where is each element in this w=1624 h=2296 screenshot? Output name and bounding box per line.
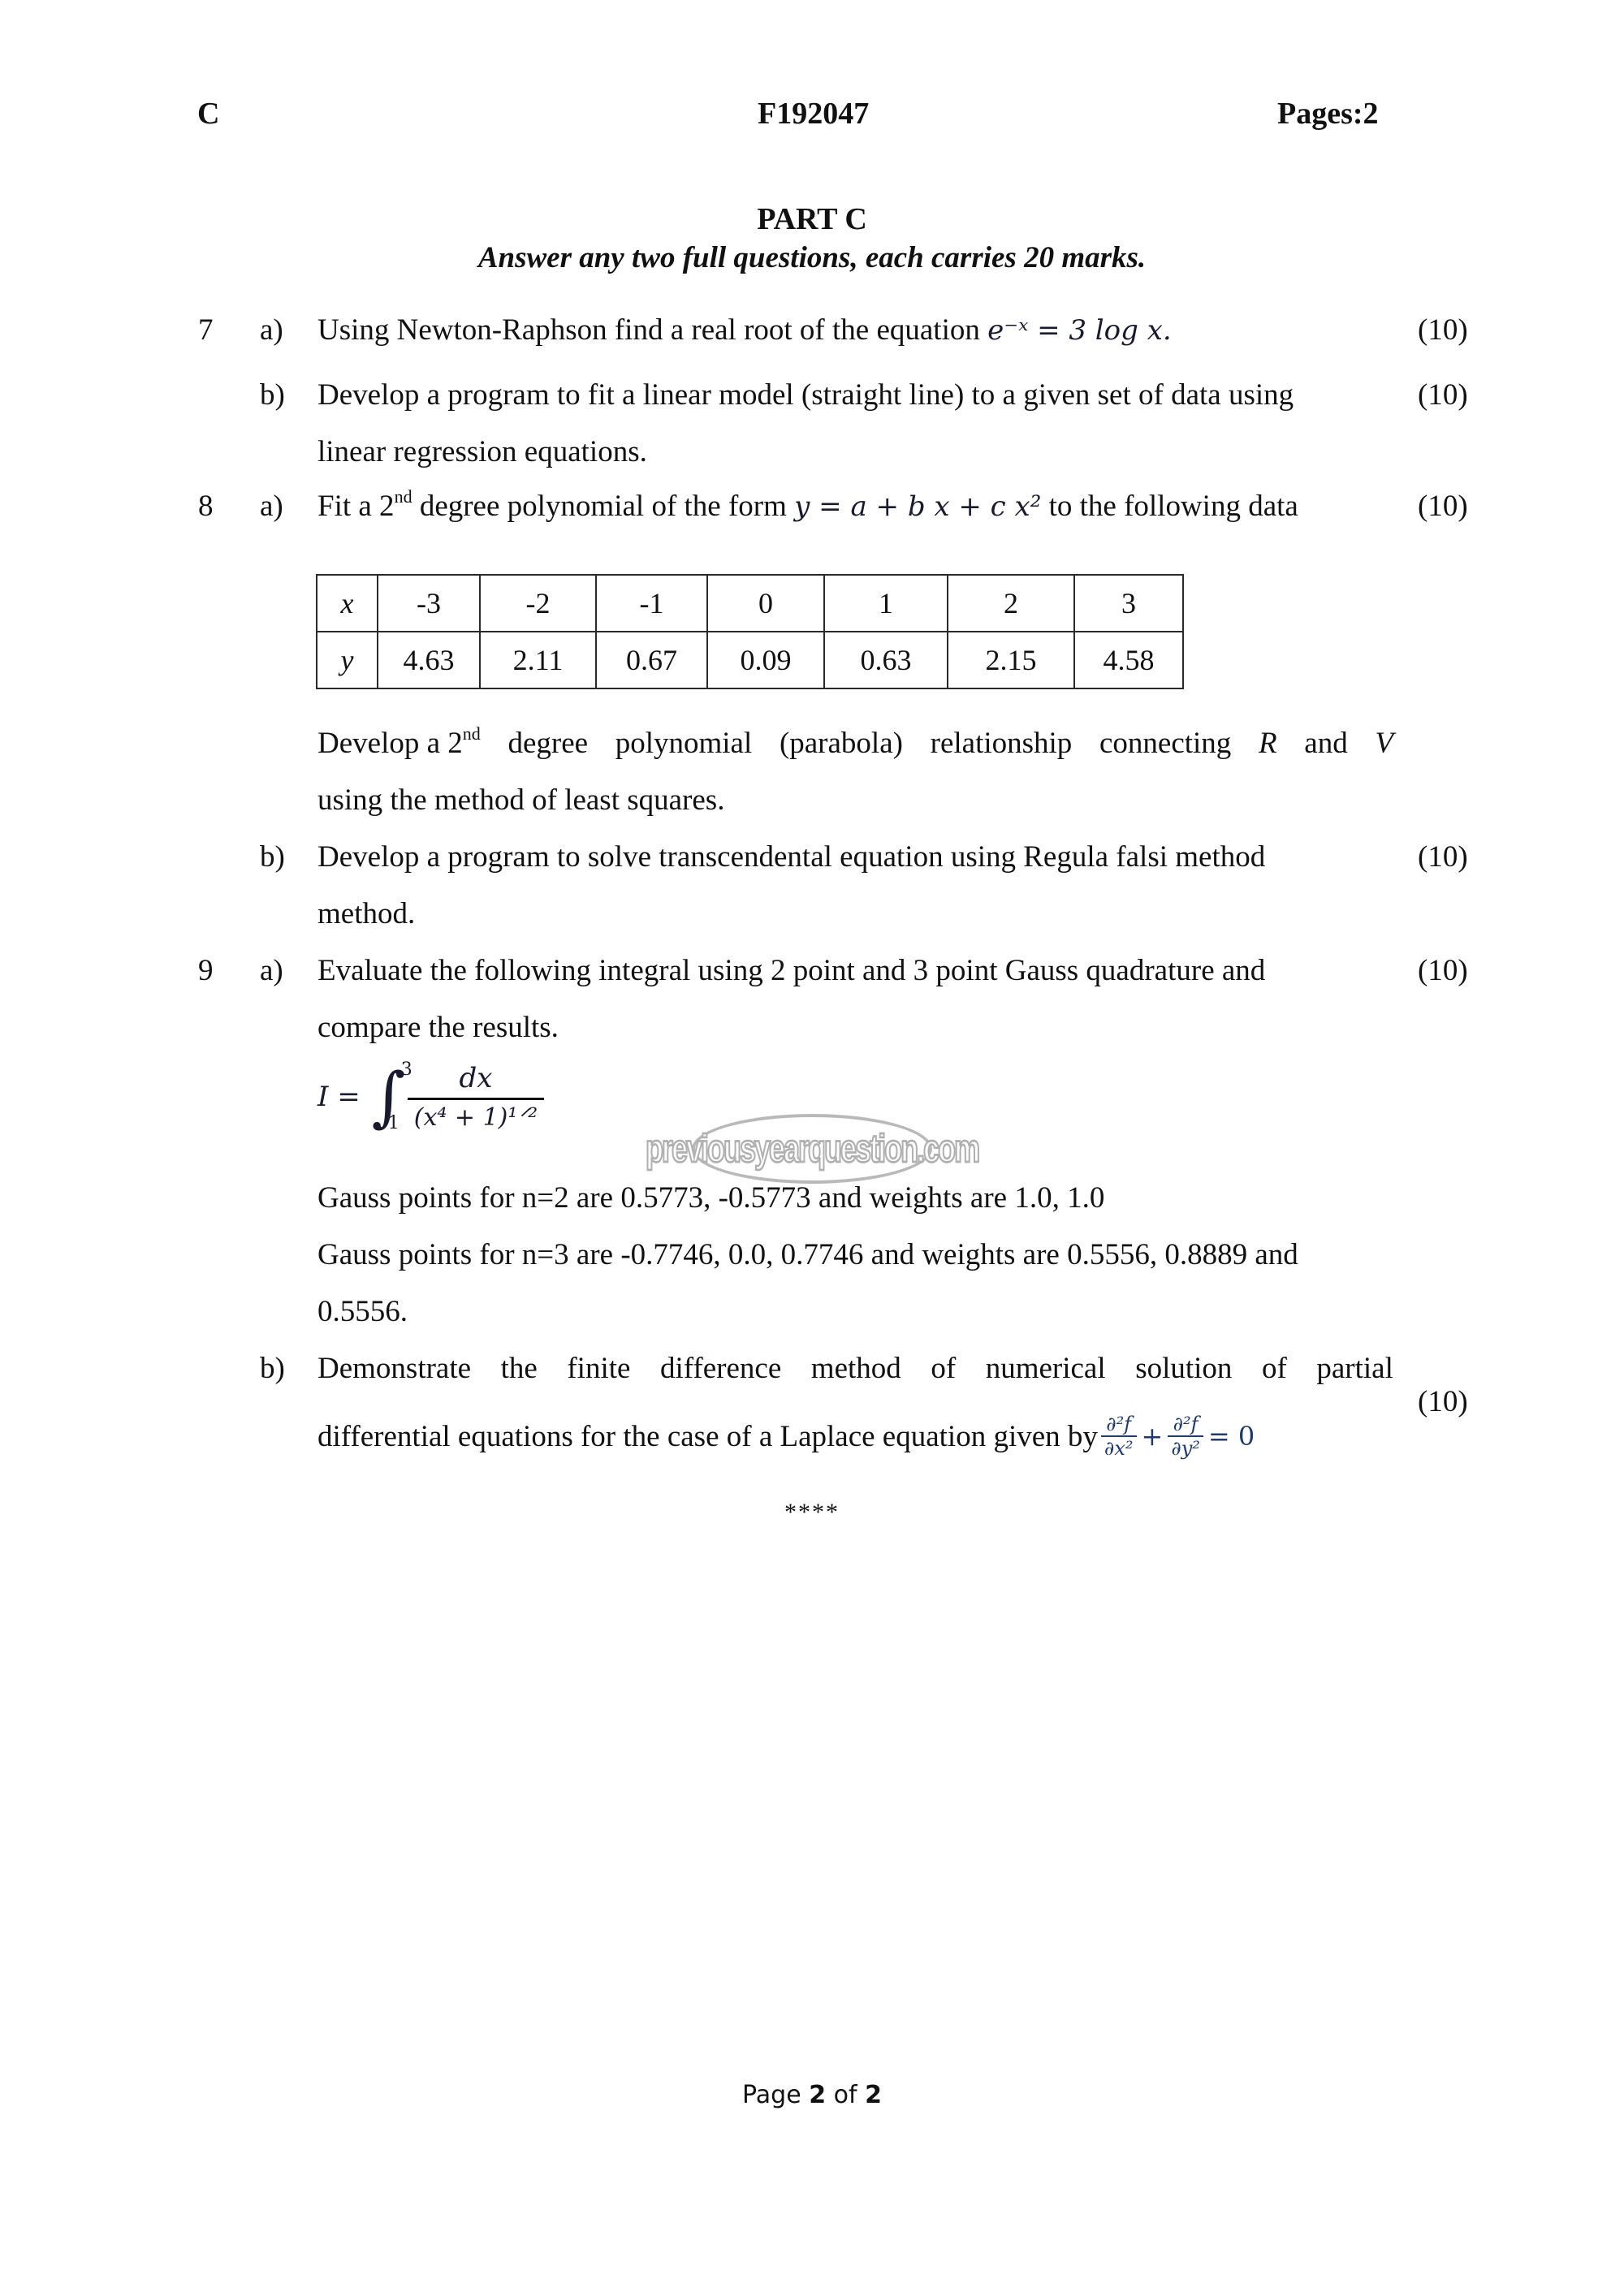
end-marker: ****: [784, 1499, 840, 1526]
subpart-label: a): [260, 954, 283, 987]
question-number: 8: [198, 490, 214, 523]
table-cell: 0.09: [706, 631, 825, 689]
question-9a-text: Evaluate the following integral using 2 …: [317, 954, 1266, 987]
watermark: previousyearquestion.com: [645, 1114, 981, 1184]
question-9a-text-cont: compare the results.: [317, 1011, 559, 1044]
table-cell: 3: [1073, 574, 1184, 632]
table-cell: -1: [595, 574, 708, 632]
table-header-x: x: [316, 574, 378, 632]
subpart-label: b): [260, 1352, 285, 1385]
table-cell: -2: [479, 574, 597, 632]
gauss-points-n3-cont: 0.5556.: [317, 1295, 408, 1328]
question-9b-text: Demonstrate the finite difference method…: [317, 1352, 1393, 1385]
table-cell: 0.67: [595, 631, 708, 689]
question-8a-followup-cont: using the method of least squares.: [317, 783, 725, 817]
marks: (10): [1418, 840, 1468, 874]
numerator: dx: [459, 1062, 493, 1094]
table-cell: 2.15: [947, 631, 1075, 689]
upper-limit: 3: [400, 1060, 412, 1080]
subpart-label: b): [260, 840, 285, 874]
integrand: dx (x⁴ + 1)¹ᐟ²: [407, 1062, 545, 1132]
integral-formula: I = ∫ 3 1 dx (x⁴ + 1)¹ᐟ²: [317, 1059, 545, 1134]
page-footer: Page 2 of 2: [742, 2081, 882, 2109]
marks: (10): [1418, 378, 1468, 412]
question-8a-followup: Develop a 2nd degree polynomial (parabol…: [317, 723, 1393, 760]
equation: e⁻ˣ = 3 log x.: [987, 314, 1172, 347]
question-9b-text-cont: differential equations for the case of a…: [317, 1413, 1255, 1460]
subpart-label: a): [260, 313, 283, 347]
table-header-y: y: [316, 631, 378, 689]
question-7b-text-cont: linear regression equations.: [317, 435, 647, 468]
part-title: PART C: [757, 202, 867, 236]
integral-sign: ∫ 3 1: [371, 1059, 412, 1134]
table-row-y: y 4.63 2.11 0.67 0.09 0.63 2.15 4.58: [316, 631, 1184, 689]
table-cell: 2: [947, 574, 1075, 632]
table-cell: 4.58: [1073, 631, 1184, 689]
lower-limit: 1: [387, 1113, 400, 1133]
table-row-x: x -3 -2 -1 0 1 2 3: [316, 574, 1184, 632]
question-number: 9: [198, 954, 214, 987]
data-table: x -3 -2 -1 0 1 2 3 y 4.63 2.11 0.67 0.09…: [316, 574, 1184, 689]
question-number: 7: [198, 313, 214, 347]
question-7a-text: Using Newton-Raphson find a real root of…: [317, 313, 1172, 347]
marks: (10): [1418, 954, 1468, 987]
table-cell: 4.63: [377, 631, 481, 689]
paper-code: F192047: [758, 97, 870, 131]
gauss-points-n2: Gauss points for n=2 are 0.5773, -0.5773…: [317, 1181, 1105, 1215]
integral-lhs: I =: [317, 1081, 361, 1113]
paper-series: C: [197, 97, 220, 131]
question-8b-text-cont: method.: [317, 897, 416, 930]
page-count: Pages:2: [1277, 97, 1379, 131]
question-8a-text: Fit a 2nd degree polynomial of the form …: [317, 486, 1298, 523]
table-cell: 2.11: [479, 631, 597, 689]
table-cell: 0: [706, 574, 825, 632]
gauss-points-n3: Gauss points for n=3 are -0.7746, 0.0, 0…: [317, 1238, 1298, 1271]
marks: (10): [1418, 490, 1468, 523]
equation: y = a + b x + c x²: [794, 490, 1042, 523]
table-cell: 1: [823, 574, 948, 632]
subpart-label: b): [260, 378, 285, 412]
part-instruction: Answer any two full questions, each carr…: [477, 241, 1147, 274]
question-7b-text: Develop a program to fit a linear model …: [317, 378, 1294, 412]
question-8b-text: Develop a program to solve transcendenta…: [317, 840, 1266, 874]
table-cell: 0.63: [823, 631, 948, 689]
marks: (10): [1418, 1385, 1468, 1418]
laplace-equation: ∂²f ∂x² + ∂²f ∂y² = 0: [1100, 1414, 1255, 1458]
table-cell: -3: [377, 574, 481, 632]
subpart-label: a): [260, 490, 283, 523]
denominator: (x⁴ + 1)¹ᐟ²: [407, 1098, 545, 1132]
marks: (10): [1418, 313, 1468, 347]
